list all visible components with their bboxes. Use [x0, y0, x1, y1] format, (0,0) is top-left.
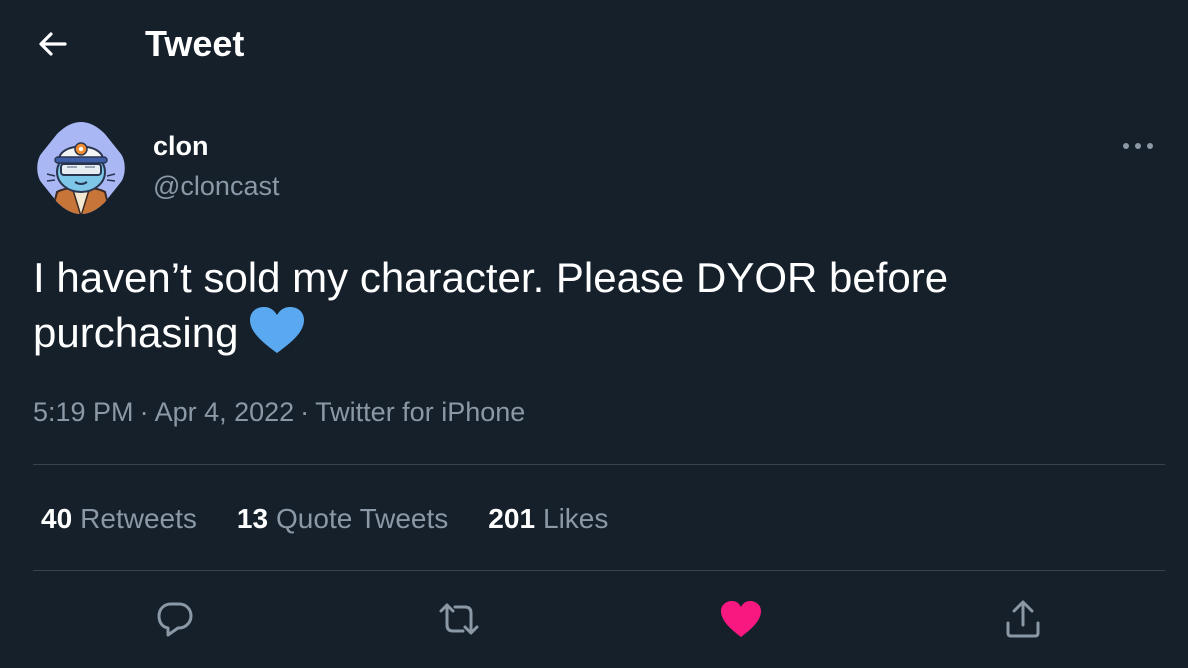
tweet-text: I haven’t sold my character. Please DYOR…	[33, 250, 1153, 368]
likes-count: 201	[488, 503, 536, 534]
back-button[interactable]	[30, 24, 76, 64]
meta-separator: ·	[300, 397, 310, 427]
retweets-stat[interactable]: 40 Retweets	[41, 502, 197, 536]
quote-tweets-stat[interactable]: 13 Quote Tweets	[237, 502, 448, 536]
engagement-stats: 40 Retweets 13 Quote Tweets 201 Likes	[41, 502, 648, 536]
tweet-time[interactable]: 5:19 PM	[33, 397, 134, 427]
tweet-text-content: I haven’t sold my character. Please DYOR…	[33, 254, 949, 356]
quote-tweets-count: 13	[236, 503, 269, 534]
likes-label: Likes	[543, 503, 609, 534]
top-bar: Tweet	[0, 0, 1188, 90]
divider	[33, 464, 1165, 465]
avatar-image	[37, 122, 125, 214]
author-display-name[interactable]: clon	[153, 130, 209, 162]
retweet-icon	[439, 603, 479, 635]
retweet-button[interactable]	[436, 596, 482, 642]
reply-button[interactable]	[152, 596, 198, 642]
more-options-button[interactable]	[1118, 132, 1158, 160]
share-icon	[1006, 600, 1040, 638]
meta-separator: ·	[139, 397, 149, 427]
tweet-source[interactable]: Twitter for iPhone	[315, 397, 525, 427]
tweet-detail-page: Tweet clon @cloncast I haven’t sold my c…	[0, 0, 1188, 668]
tweet-metadata: 5:19 PM · Apr 4, 2022 · Twitter for iPhone	[33, 395, 525, 429]
retweets-label: Retweets	[80, 503, 197, 534]
tweet-date[interactable]: Apr 4, 2022	[155, 397, 295, 427]
retweets-count: 40	[41, 503, 73, 534]
more-icon	[1123, 143, 1153, 149]
like-button[interactable]	[718, 596, 764, 642]
like-icon	[721, 601, 761, 637]
page-title: Tweet	[145, 23, 245, 64]
author-handle[interactable]: @cloncast	[153, 170, 279, 202]
likes-stat[interactable]: 201 Likes	[488, 502, 608, 536]
arrow-left-icon	[39, 32, 67, 56]
quote-tweets-label: Quote Tweets	[276, 503, 449, 534]
divider	[33, 570, 1165, 571]
reply-icon	[157, 602, 193, 637]
avatar[interactable]	[33, 120, 129, 216]
share-button[interactable]	[1000, 596, 1046, 642]
blue-heart-emoji	[248, 305, 306, 368]
